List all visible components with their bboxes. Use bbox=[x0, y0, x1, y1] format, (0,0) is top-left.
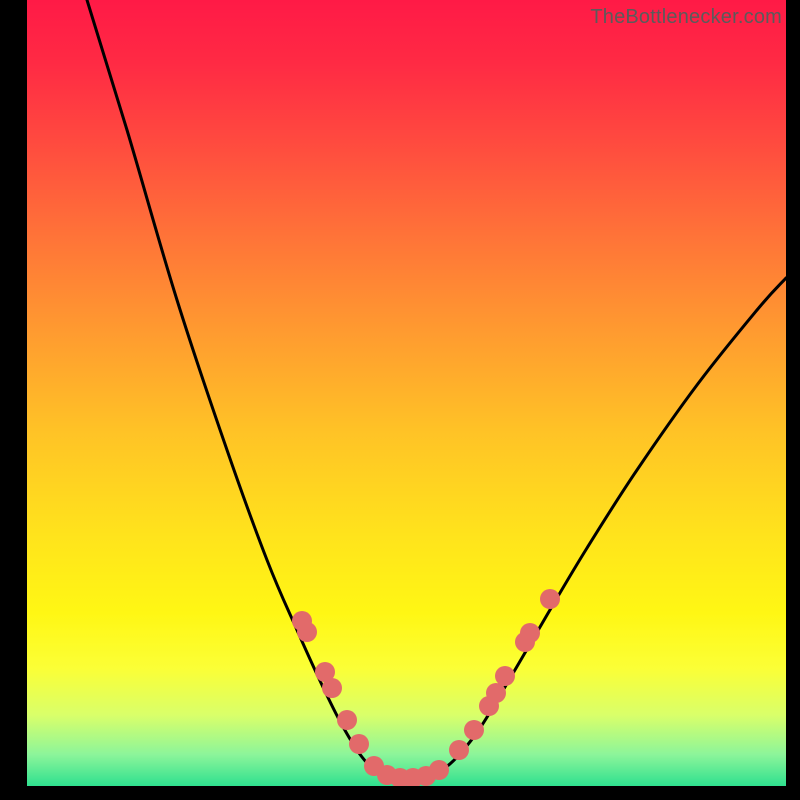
data-markers bbox=[292, 589, 560, 786]
watermark-text: TheBottlenecker.com bbox=[590, 6, 782, 29]
data-marker bbox=[297, 622, 317, 642]
data-marker bbox=[540, 589, 560, 609]
data-marker bbox=[322, 678, 342, 698]
chart-svg bbox=[27, 0, 786, 786]
data-marker bbox=[464, 720, 484, 740]
data-marker bbox=[495, 666, 515, 686]
bottleneck-curve bbox=[87, 0, 786, 780]
data-marker bbox=[486, 683, 506, 703]
chart-frame bbox=[27, 0, 786, 786]
data-marker bbox=[429, 760, 449, 780]
data-marker bbox=[449, 740, 469, 760]
data-marker bbox=[349, 734, 369, 754]
plot-area bbox=[27, 0, 786, 786]
data-marker bbox=[520, 623, 540, 643]
data-marker bbox=[337, 710, 357, 730]
